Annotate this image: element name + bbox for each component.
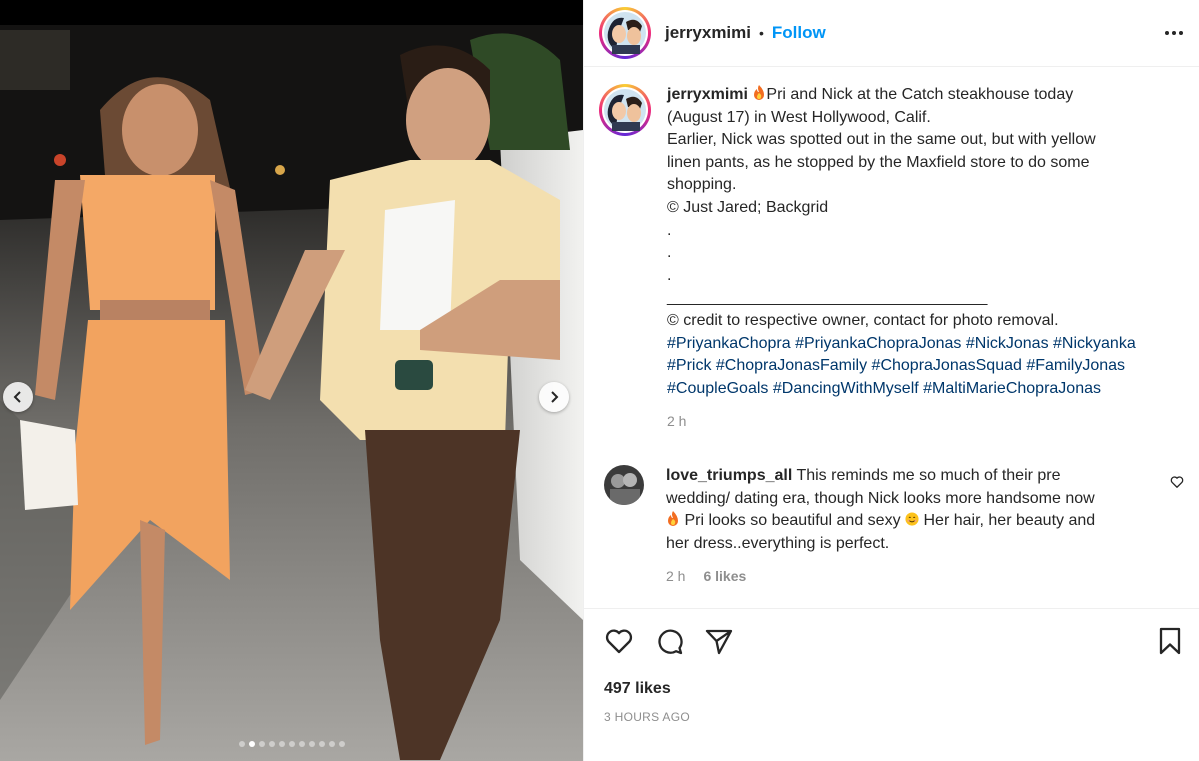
caption-line: © Just Jared; Backgrid: [667, 198, 829, 216]
comment-timestamp[interactable]: 2 h: [666, 565, 685, 588]
profile-picture-icon: [604, 12, 646, 54]
comment-text: love_triumps_all This reminds me so much…: [666, 465, 1156, 588]
hashtag-link[interactable]: #DancingWithMyself: [773, 380, 919, 397]
profile-picture-icon: [604, 464, 644, 505]
hashtag-link[interactable]: #NickJonas: [966, 335, 1049, 352]
fire-emoji-icon: [668, 511, 678, 527]
post-timestamp[interactable]: 3 HOURS AGO: [584, 698, 1199, 724]
caption-username[interactable]: jerryxmimi: [667, 86, 748, 103]
bookmark-icon: [1159, 627, 1181, 654]
comment-bubble-icon: [658, 629, 683, 654]
paper-plane-icon: [705, 629, 733, 654]
caption-line: .: [667, 244, 672, 262]
comment-line: her dress..everything is perfect.: [666, 534, 890, 552]
carousel-dot: [308, 741, 315, 747]
share-button[interactable]: [704, 626, 734, 656]
carousel-dot: [318, 741, 325, 747]
comment-line: Her hair, her beauty and: [923, 512, 1096, 530]
comment-line: This reminds me so much of their pre: [796, 466, 1061, 484]
hashtag-link[interactable]: #Prick: [667, 357, 711, 374]
caption-divider: ____________________________________: [667, 289, 988, 307]
carousel-dot: [268, 741, 275, 747]
hashtag-link[interactable]: #Nickyanka: [1053, 335, 1136, 352]
hashtag-line: #Prick #ChopraJonasFamily #ChopraJonasSq…: [667, 355, 1177, 378]
caption-line: (August 17) in West Hollywood, Calif.: [667, 108, 931, 126]
hashtag-link[interactable]: #ChopraJonasFamily: [716, 357, 867, 374]
hashtag-line: #PriyankaChopra #PriyankaChopraJonas #Ni…: [667, 333, 1177, 356]
post-actions-bar: [584, 609, 1199, 672]
post-photo: [0, 0, 583, 761]
comment-likes[interactable]: 6 likes: [703, 565, 746, 588]
carousel-next-button[interactable]: [539, 382, 569, 412]
post-caption: jerryxmimi Pri and Nick at the Catch ste…: [599, 84, 1184, 433]
like-button[interactable]: [604, 626, 634, 656]
save-button[interactable]: [1155, 626, 1185, 656]
caption-avatar[interactable]: [599, 84, 651, 136]
comment-meta: 2 h 6 likes: [666, 565, 1156, 588]
carousel-previous-button[interactable]: [3, 382, 33, 412]
fire-emoji-icon: [754, 85, 765, 100]
post-photo-carousel[interactable]: [0, 0, 583, 761]
comment-line: wedding/ dating era, though Nick looks m…: [666, 489, 1095, 507]
hashtag-link[interactable]: #FamilyJonas: [1026, 357, 1125, 374]
carousel-dot: [288, 741, 295, 747]
carousel-dot: [298, 741, 305, 747]
carousel-dot: [258, 741, 265, 747]
caption-text: jerryxmimi Pri and Nick at the Catch ste…: [667, 84, 1177, 433]
caption-line: © credit to respective owner, contact fo…: [667, 311, 1059, 329]
post-likes-count[interactable]: 497 likes: [584, 672, 1199, 698]
caption-line: .: [667, 221, 672, 239]
caption-line: linen pants, as he stopped by the Maxfie…: [667, 153, 1090, 171]
like-comment-button[interactable]: [1170, 475, 1184, 494]
caption-line: Pri and Nick at the Catch steakhouse tod…: [766, 86, 1074, 103]
comment-line: Pri looks so beautiful and sexy: [684, 512, 901, 530]
profile-picture-icon: [604, 89, 646, 131]
carousel-dot: [328, 741, 335, 747]
caption-timestamp[interactable]: 2 h: [667, 410, 686, 433]
hashtag-link[interactable]: #PriyankaChopra: [667, 335, 791, 352]
carousel-dot: [338, 741, 345, 747]
avatar[interactable]: [599, 7, 651, 59]
hashtag-link[interactable]: #PriyankaChopraJonas: [795, 335, 961, 352]
chevron-left-icon: [13, 391, 21, 403]
carousel-dot: [238, 741, 245, 747]
caption-line: .: [667, 266, 672, 284]
caption-meta: 2 h: [667, 410, 1177, 433]
more-options-icon[interactable]: [1165, 31, 1183, 35]
commenter-avatar[interactable]: [604, 464, 644, 505]
caption-line: shopping.: [667, 176, 737, 194]
post-details-panel: jerryxmimi • Follow jerryxmimi Pri and N…: [583, 0, 1199, 761]
follow-button[interactable]: Follow: [772, 23, 826, 43]
hashtag-link[interactable]: #MaltiMarieChopraJonas: [923, 380, 1101, 397]
carousel-dot: [248, 741, 255, 747]
hashtag-link[interactable]: #CoupleGoals: [667, 380, 768, 397]
carousel-dots: [0, 741, 583, 747]
heart-icon: [605, 629, 633, 653]
comment-item: love_triumps_all This reminds me so much…: [599, 464, 1184, 588]
hashtag-line: #CoupleGoals #DancingWithMyself #MaltiMa…: [667, 378, 1177, 401]
caption-line: Earlier, Nick was spotted out in the sam…: [667, 131, 1096, 149]
separator-dot: •: [759, 25, 764, 41]
heart-icon: [1170, 476, 1184, 488]
comments-section[interactable]: jerryxmimi Pri and Nick at the Catch ste…: [584, 67, 1199, 609]
commenter-username[interactable]: love_triumps_all: [666, 467, 792, 484]
hashtag-link[interactable]: #ChopraJonasSquad: [872, 357, 1022, 374]
carousel-dot: [278, 741, 285, 747]
comment-button[interactable]: [654, 626, 684, 656]
post-author-username[interactable]: jerryxmimi: [665, 23, 751, 43]
post-header: jerryxmimi • Follow: [584, 0, 1199, 67]
smiling-emoji-icon: [905, 512, 919, 526]
chevron-right-icon: [551, 391, 559, 403]
